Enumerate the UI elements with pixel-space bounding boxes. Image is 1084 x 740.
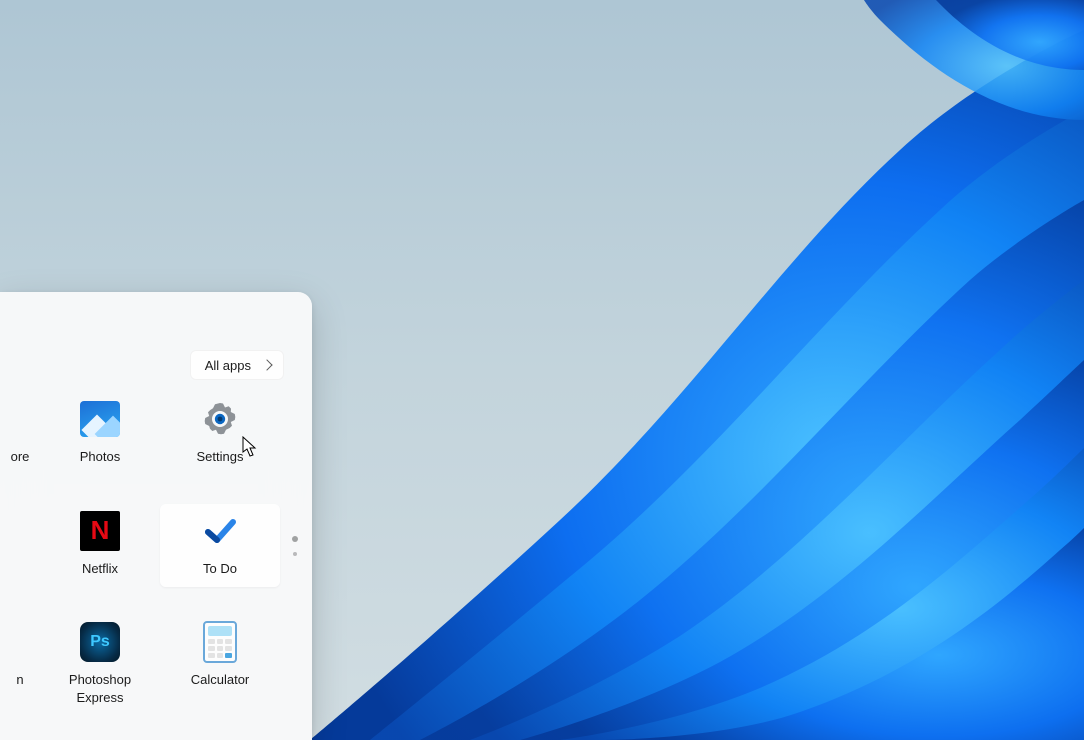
partial-app-tile-3[interactable]: n [0,615,40,716]
photos-icon [79,398,121,440]
page-dot-1 [292,536,298,542]
partial-app-label: n [0,671,40,689]
app-label: Settings [197,448,244,466]
partial-app-tile-2[interactable] [0,504,40,588]
app-tile-netflix[interactable]: N Netflix [40,504,160,588]
app-tile-calculator[interactable]: Calculator [160,615,280,716]
start-menu-panel: All apps ore Photos [0,292,312,740]
netflix-icon: N [79,510,121,552]
page-indicator[interactable] [290,536,300,556]
desktop-root: All apps ore Photos [0,0,1084,740]
todo-check-icon [199,510,241,552]
all-apps-button[interactable]: All apps [190,350,284,380]
app-tile-photoshop-express[interactable]: Ps Photoshop Express [40,615,160,716]
chevron-right-icon [261,359,272,370]
photoshop-express-icon: Ps [79,621,121,663]
partial-app-label: ore [0,448,40,466]
app-label: Calculator [191,671,250,689]
app-label: To Do [203,560,237,578]
page-dot-2 [293,552,297,556]
app-tile-photos[interactable]: Photos [40,392,160,476]
app-label: Netflix [82,560,118,578]
app-tile-settings[interactable]: Settings [160,392,280,476]
settings-gear-icon [199,398,241,440]
app-label: Photoshop Express [44,671,156,706]
app-label: Photos [80,448,120,466]
app-tile-todo[interactable]: To Do [160,504,280,588]
pinned-apps-grid: ore Photos [0,392,312,716]
calculator-icon [199,621,241,663]
all-apps-label: All apps [205,358,251,373]
partial-app-tile-1[interactable]: ore [0,392,40,476]
